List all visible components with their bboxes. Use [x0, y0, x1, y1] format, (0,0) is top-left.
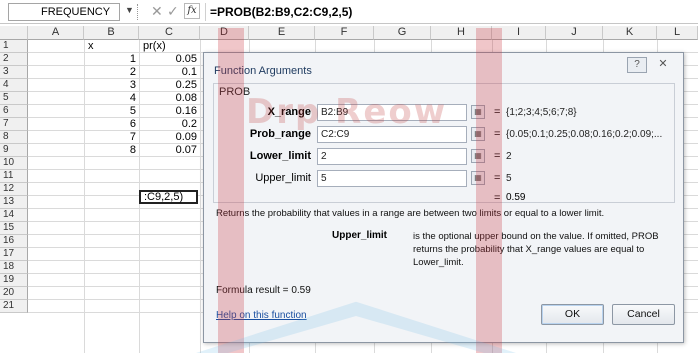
- cancel-formula-icon[interactable]: ✕: [151, 3, 163, 20]
- argument-description-name: Upper_limit: [332, 230, 388, 241]
- grid-column-line: [200, 40, 201, 353]
- row-header-14[interactable]: 14: [0, 209, 28, 222]
- column-header-d[interactable]: D: [200, 26, 249, 40]
- row-header-15[interactable]: 15: [0, 222, 28, 235]
- cell-c2[interactable]: 0.05: [139, 53, 200, 66]
- row-header-9[interactable]: 9: [0, 144, 28, 157]
- formula-result: Formula result = 0.59: [216, 285, 311, 296]
- cell-c5[interactable]: 0.08: [139, 92, 200, 105]
- cell-b4[interactable]: 3: [84, 79, 139, 92]
- cell-b8[interactable]: 7: [84, 131, 139, 144]
- arg-equals: =: [494, 106, 501, 118]
- arg-input-lower-limit[interactable]: 2: [317, 148, 467, 165]
- arg-label-upper-limit: Upper_limit: [255, 172, 311, 184]
- cell-b6[interactable]: 5: [84, 105, 139, 118]
- row-header-4[interactable]: 4: [0, 79, 28, 92]
- row-header-6[interactable]: 6: [0, 105, 28, 118]
- arg-value-x-range: {1;2;3;4;5;6;7;8}: [506, 107, 577, 118]
- cell-c3[interactable]: 0.1: [139, 66, 200, 79]
- arg-equals: =: [494, 128, 501, 140]
- function-arguments-dialog: Function Arguments ? ✕ PROB X_range B2:B9…: [203, 52, 684, 343]
- cell-c6[interactable]: 0.16: [139, 105, 200, 118]
- cell-b7[interactable]: 6: [84, 118, 139, 131]
- arg-equals: =: [494, 172, 501, 184]
- function-description: Returns the probability that values in a…: [216, 208, 605, 219]
- row-header-13[interactable]: 13: [0, 196, 28, 209]
- ok-button[interactable]: OK: [541, 304, 604, 325]
- cell-c1-header-prx[interactable]: pr(x): [139, 40, 200, 53]
- row-header-5[interactable]: 5: [0, 92, 28, 105]
- cell-b3[interactable]: 2: [84, 66, 139, 79]
- cell-c4[interactable]: 0.25: [139, 79, 200, 92]
- active-cell-c11[interactable]: :C9,2,5): [139, 190, 198, 204]
- arg-input-upper-limit[interactable]: 5: [317, 170, 467, 187]
- column-header-h[interactable]: H: [431, 26, 492, 40]
- row-header-11[interactable]: 11: [0, 170, 28, 183]
- result-value: 0.59: [506, 192, 526, 203]
- formula-result-label: Formula result =: [216, 285, 289, 296]
- arg-label-lower-limit: Lower_limit: [249, 150, 311, 162]
- arg-label-prob-range: Prob_range: [249, 128, 311, 140]
- cancel-button[interactable]: Cancel: [612, 304, 675, 325]
- formula-result-value: 0.59: [291, 285, 311, 296]
- formula-bar: FREQUENCY ▼ ✕ ✓ fx =PROB(B2:B9,C2:C9,2,5…: [0, 0, 698, 24]
- column-header-l[interactable]: L: [657, 26, 698, 40]
- row-header-3[interactable]: 3: [0, 66, 28, 79]
- help-icon[interactable]: ?: [627, 57, 647, 73]
- arg-equals: =: [494, 150, 501, 162]
- cell-c8[interactable]: 0.09: [139, 131, 200, 144]
- cell-b5[interactable]: 4: [84, 92, 139, 105]
- row-header-12[interactable]: 12: [0, 183, 28, 196]
- name-box[interactable]: FREQUENCY: [8, 3, 120, 21]
- row-header-7[interactable]: 7: [0, 118, 28, 131]
- column-header-k[interactable]: K: [603, 26, 657, 40]
- close-icon[interactable]: ✕: [653, 57, 673, 73]
- cell-b9[interactable]: 8: [84, 144, 139, 157]
- result-equals: =: [494, 192, 501, 204]
- cell-b2[interactable]: 1: [84, 53, 139, 66]
- arg-value-lower-limit: 2: [506, 151, 512, 162]
- arg-label-x-range: X_range: [267, 106, 311, 118]
- enter-formula-icon[interactable]: ✓: [167, 3, 179, 20]
- column-header-a[interactable]: A: [28, 26, 84, 40]
- row-header-1[interactable]: 1: [0, 40, 28, 53]
- column-header-c[interactable]: C: [139, 26, 200, 40]
- row-header-17[interactable]: 17: [0, 248, 28, 261]
- cell-c9[interactable]: 0.07: [139, 144, 200, 157]
- cell-b1-header-x[interactable]: x: [84, 40, 139, 53]
- formula-bar-separator: [137, 4, 139, 20]
- help-on-function-link[interactable]: Help on this function: [216, 310, 307, 321]
- name-box-dropdown-icon[interactable]: ▼: [125, 5, 134, 15]
- arg-input-x-range[interactable]: B2:B9: [317, 104, 467, 121]
- collapse-dialog-icon[interactable]: ▦: [471, 127, 485, 141]
- collapse-dialog-icon[interactable]: ▦: [471, 171, 485, 185]
- function-name: PROB: [219, 86, 251, 98]
- row-header-8[interactable]: 8: [0, 131, 28, 144]
- row-header-21[interactable]: 21: [0, 300, 28, 313]
- column-header-f[interactable]: F: [315, 26, 374, 40]
- column-header-b[interactable]: B: [84, 26, 139, 40]
- arg-value-upper-limit: 5: [506, 173, 512, 184]
- column-header-j[interactable]: J: [546, 26, 603, 40]
- row-header-19[interactable]: 19: [0, 274, 28, 287]
- row-header-10[interactable]: 10: [0, 157, 28, 170]
- cell-c7[interactable]: 0.2: [139, 118, 200, 131]
- dialog-title: Function Arguments: [214, 65, 312, 77]
- collapse-dialog-icon[interactable]: ▦: [471, 149, 485, 163]
- argument-description-text: is the optional upper bound on the value…: [413, 231, 659, 268]
- arg-value-prob-range: {0.05;0.1;0.25;0.08;0.16;0.2;0.09;...: [506, 129, 663, 140]
- column-header-i[interactable]: I: [492, 26, 546, 40]
- formula-input[interactable]: =PROB(B2:B9,C2:C9,2,5): [205, 3, 698, 21]
- arg-input-prob-range[interactable]: C2:C9: [317, 126, 467, 143]
- insert-function-icon[interactable]: fx: [184, 3, 200, 19]
- row-header-16[interactable]: 16: [0, 235, 28, 248]
- collapse-dialog-icon[interactable]: ▦: [471, 105, 485, 119]
- column-header-g[interactable]: G: [374, 26, 431, 40]
- select-all-corner[interactable]: [0, 26, 28, 40]
- row-header-20[interactable]: 20: [0, 287, 28, 300]
- row-header-2[interactable]: 2: [0, 53, 28, 66]
- column-header-e[interactable]: E: [249, 26, 315, 40]
- row-header-18[interactable]: 18: [0, 261, 28, 274]
